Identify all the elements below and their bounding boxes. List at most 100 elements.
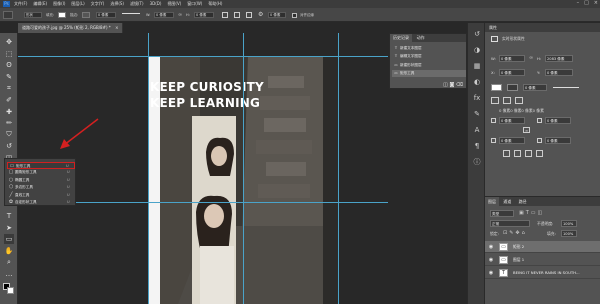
shape-mode-select[interactable]: 形状 [24, 12, 42, 18]
fill-field[interactable]: 100% [561, 230, 577, 237]
history-row[interactable]: ▭ 矩形工具 [392, 70, 466, 78]
eye-icon[interactable]: ◉ [488, 241, 494, 253]
brush-panel-icon[interactable]: ✎ [472, 109, 482, 119]
heal-icon[interactable]: ✚ [4, 107, 14, 117]
menu-edit[interactable]: 编辑(E) [33, 1, 47, 7]
stroke-corner-icon[interactable] [515, 97, 523, 104]
more-icon[interactable]: … [4, 269, 14, 279]
path-ops-icon[interactable] [222, 12, 228, 18]
stamp-icon[interactable]: ⛉ [4, 130, 14, 140]
history-brush-icon[interactable]: ↺ [4, 141, 14, 151]
menu-layer[interactable]: 图层(L) [71, 1, 84, 7]
tab-layers[interactable]: 图层 [485, 197, 499, 206]
menu-window[interactable]: 窗口(W) [187, 1, 202, 7]
layer-row[interactable]: ◉ ▭ 图层 1 [485, 254, 600, 266]
tool-preset-icon[interactable] [3, 11, 13, 19]
hand-icon[interactable]: ✋ [4, 246, 14, 256]
close-icon[interactable]: × [115, 25, 118, 30]
exclude-icon[interactable] [536, 150, 543, 157]
character-icon[interactable]: A [472, 125, 482, 135]
flyout-item[interactable]: ✿ 自定形状工具 U [7, 199, 75, 206]
quick-select-icon[interactable]: ✎ [4, 72, 14, 82]
camera-icon[interactable]: ◙ [449, 82, 454, 88]
radius-1-field[interactable]: 0 像素 [499, 117, 525, 124]
paragraph-icon[interactable]: ¶ [472, 141, 482, 151]
minimize-button[interactable]: – [577, 0, 580, 6]
stroke-width-field[interactable]: 0 像素 [96, 12, 116, 18]
flyout-item[interactable]: ╱ 直线工具 U [7, 192, 75, 199]
x-field[interactable]: 0 像素 [499, 69, 525, 76]
tab-history[interactable]: 历史记录 [390, 34, 412, 42]
opacity-field[interactable]: 100% [561, 220, 577, 227]
subtract-icon[interactable] [514, 150, 521, 157]
trash-icon[interactable]: ⌫ [456, 82, 463, 88]
fill-swatch[interactable] [491, 84, 502, 91]
flyout-item[interactable]: ○ 椭圆工具 U [7, 177, 75, 184]
tab-paths[interactable]: 路径 [516, 199, 530, 204]
w-field[interactable]: 0 像素 [499, 55, 525, 62]
flyout-item[interactable]: ▢ 圆角矩形工具 U [7, 169, 75, 176]
rectangle-icon[interactable]: ▭ [4, 234, 14, 245]
eyedropper-icon[interactable]: ✐ [4, 95, 14, 105]
menu-help[interactable]: 帮助(H) [208, 1, 222, 7]
path-arrange-icon[interactable] [246, 12, 252, 18]
width-field[interactable]: 0 像素 [154, 12, 174, 18]
history-row[interactable]: ▭ 新建形状图层 [392, 62, 466, 69]
history-row[interactable]: T 编辑文字图层 [392, 53, 466, 60]
maximize-button[interactable]: □ [584, 0, 589, 6]
path-align-icon[interactable] [234, 12, 240, 18]
align-edges-checkbox[interactable] [292, 13, 297, 18]
menu-file[interactable]: 文件(F) [14, 1, 27, 7]
path-select-icon[interactable]: ➤ [4, 223, 14, 233]
radius-2-field[interactable]: 0 像素 [545, 117, 571, 124]
radius-3-field[interactable]: 0 像素 [499, 137, 525, 144]
gear-icon[interactable]: ⚙ [258, 11, 263, 18]
radius-4-field[interactable]: 0 像素 [545, 137, 571, 144]
stroke-caps-icon[interactable] [503, 97, 511, 104]
tab-properties[interactable]: 属性 [485, 25, 501, 30]
zoom-icon[interactable]: ⌕ [4, 257, 14, 267]
blend-mode-select[interactable]: 正常 [490, 220, 530, 227]
menu-filter[interactable]: 滤镜(T) [130, 1, 144, 7]
radius-field[interactable]: 0 像素 [268, 12, 286, 18]
flyout-item[interactable]: ⬡ 多边形工具 U [7, 184, 75, 191]
lock-icons[interactable]: ⊡✎✥⌂ [503, 230, 527, 236]
styles-icon[interactable]: fx [472, 93, 482, 103]
swatches-icon[interactable]: ▦ [472, 61, 482, 71]
intersect-icon[interactable] [525, 150, 532, 157]
close-button[interactable]: × [594, 0, 598, 6]
layer-row[interactable]: ◉ ▭ 矩形 2 [485, 241, 600, 253]
tab-actions[interactable]: 动作 [414, 35, 428, 40]
menu-3d[interactable]: 3D(D) [150, 1, 162, 7]
height-field[interactable]: 0 像素 [194, 12, 214, 18]
stroke-swatch[interactable] [507, 84, 518, 91]
marquee-icon[interactable]: ⬚ [4, 49, 14, 59]
link-radius-icon[interactable]: ∞ [523, 127, 530, 133]
color-icon[interactable]: ◑ [472, 45, 482, 55]
h-field[interactable]: 2083 像素 [545, 55, 573, 62]
menu-view[interactable]: 视图(V) [167, 1, 181, 7]
menu-type[interactable]: 文字(Y) [91, 1, 105, 7]
move-icon[interactable]: ✥ [4, 37, 14, 47]
layer-row[interactable]: ◉ T BEING IT NEVER RAINS IN SOUTH... [485, 267, 600, 279]
snapshot-icon[interactable]: ◫ [443, 82, 448, 88]
stroke-swatch[interactable] [82, 12, 90, 18]
eye-icon[interactable]: ◉ [488, 267, 494, 279]
combine-icon[interactable] [503, 150, 510, 157]
history-icon[interactable]: ↺ [472, 29, 482, 39]
background-color-swatch[interactable] [7, 287, 14, 294]
layer-filter-select[interactable]: 类型 [490, 210, 514, 217]
stroke-style-select[interactable] [553, 87, 579, 89]
stroke-style-select[interactable] [122, 13, 140, 17]
info-icon[interactable]: ⓘ [472, 157, 482, 167]
type-icon[interactable]: T [4, 211, 14, 221]
stroke-width-field[interactable]: 0 像素 [523, 84, 547, 91]
link-icon[interactable]: ∞ [529, 55, 533, 61]
flyout-item[interactable]: ▭ 矩形工具 U [7, 162, 75, 169]
eye-icon[interactable]: ◉ [488, 254, 494, 266]
history-row[interactable]: T 新建文本图层 [392, 45, 466, 52]
lasso-icon[interactable]: ʘ [4, 60, 14, 70]
link-icon[interactable]: ∞ [178, 12, 182, 18]
y-field[interactable]: 0 像素 [545, 69, 573, 76]
tab-channels[interactable]: 通道 [500, 199, 514, 204]
